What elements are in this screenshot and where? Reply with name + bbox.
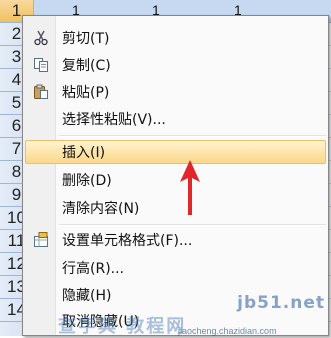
copy-icon <box>33 57 49 73</box>
menu-item-label: 删除(D) <box>62 173 112 189</box>
menu-separator <box>59 224 326 226</box>
menu-item-label: 选择性粘贴(V)... <box>62 112 166 128</box>
context-menu: 剪切(T) 复制(C) 粘贴(P) 选择性粘贴(V)... 插入(I) 删除(D… <box>22 15 329 336</box>
menu-item-label: 设置单元格格式(F)... <box>62 233 193 249</box>
scissors-icon <box>33 30 49 46</box>
watermark-site: jb51.net <box>237 293 325 313</box>
menu-item-row-height[interactable]: 行高(R)... <box>25 256 326 280</box>
menu-item-label: 清除内容(N) <box>62 201 140 217</box>
menu-item-label: 粘贴(P) <box>62 85 110 101</box>
menu-item-copy[interactable]: 复制(C) <box>25 53 326 77</box>
menu-item-format-cells[interactable]: 设置单元格格式(F)... <box>25 228 326 252</box>
menu-item-label: 行高(R)... <box>62 261 125 277</box>
menu-separator <box>59 135 326 137</box>
menu-item-label: 隐藏(H) <box>62 288 112 304</box>
menu-item-label: 插入(I) <box>62 145 106 161</box>
menu-item-cut[interactable]: 剪切(T) <box>25 26 326 50</box>
paste-icon <box>33 84 49 100</box>
menu-item-clear-contents[interactable]: 清除内容(N) <box>25 196 326 220</box>
menu-item-label: 剪切(T) <box>62 31 110 47</box>
menu-item-paste[interactable]: 粘贴(P) <box>25 80 326 104</box>
menu-item-paste-special[interactable]: 选择性粘贴(V)... <box>25 107 326 131</box>
format-cells-icon <box>33 232 49 248</box>
menu-item-delete[interactable]: 删除(D) <box>25 168 326 192</box>
watermark-url: jiaocheng.chazidian.com <box>178 326 277 336</box>
watermark-text: 查字典 教程网 <box>58 316 187 337</box>
menu-item-insert[interactable]: 插入(I) <box>25 140 326 164</box>
red-arrow-annotation <box>180 160 200 215</box>
menu-item-label: 复制(C) <box>62 58 111 74</box>
